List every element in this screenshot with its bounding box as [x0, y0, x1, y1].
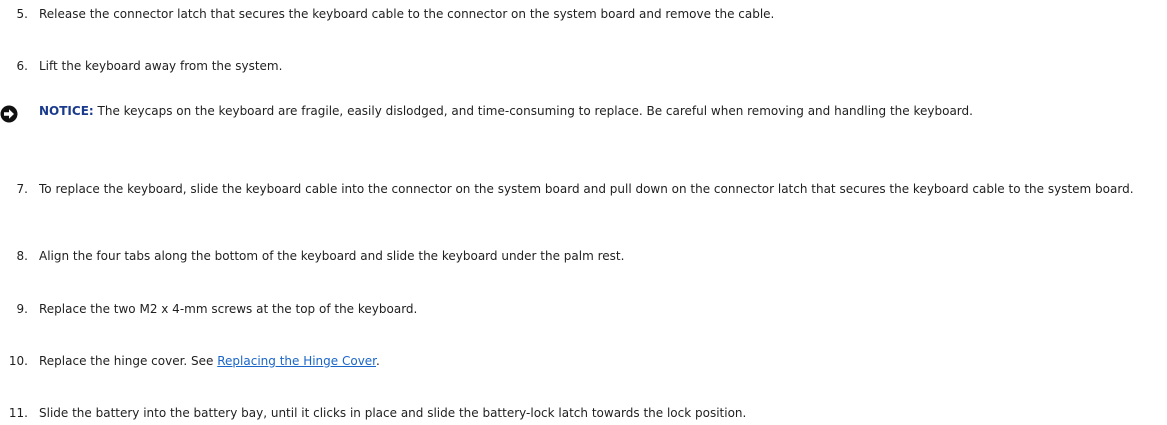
notice-body: The keycaps on the keyboard are fragile,…	[93, 104, 973, 118]
step-text: Lift the keyboard away from the system.	[39, 59, 283, 73]
notice-text: NOTICE: The keycaps on the keyboard are …	[39, 104, 1160, 119]
step-number: 8.	[16, 249, 28, 263]
step-number: 7.	[16, 182, 28, 196]
step-number: 6.	[16, 59, 28, 73]
step-number: 11.	[8, 406, 28, 420]
step-text: To replace the keyboard, slide the keybo…	[39, 182, 1134, 196]
step-text: Slide the battery into the battery bay, …	[39, 406, 747, 420]
step-text-after: .	[376, 354, 380, 368]
notice-label: NOTICE:	[39, 104, 94, 118]
step-number: 5.	[16, 7, 28, 21]
replacing-hinge-cover-link[interactable]: Replacing the Hinge Cover	[217, 354, 376, 368]
step-number: 10.	[8, 354, 28, 368]
step-number: 9.	[16, 302, 28, 316]
notice-arrow-icon	[0, 105, 18, 123]
step-text: Release the connector latch that secures…	[39, 7, 775, 21]
step-text-before: Replace the hinge cover. See	[39, 354, 218, 368]
step-text: Replace the two M2 x 4-mm screws at the …	[39, 302, 418, 316]
step-text: Align the four tabs along the bottom of …	[39, 249, 625, 263]
step-text: Replace the hinge cover. See Replacing t…	[39, 354, 1150, 369]
